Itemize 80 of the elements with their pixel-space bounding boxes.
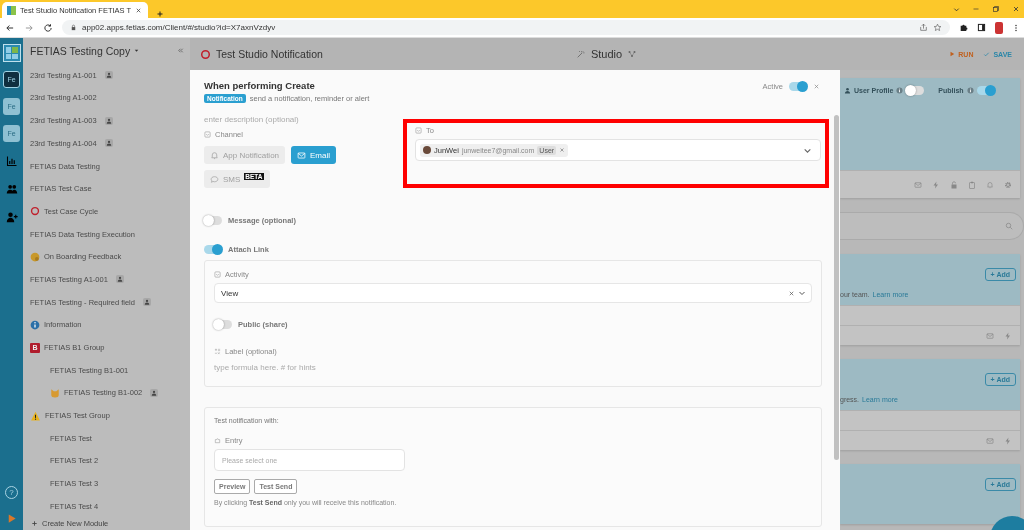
clear-icon[interactable]	[788, 289, 795, 297]
info-icon	[30, 319, 40, 330]
modal-title: When performing Create	[204, 80, 316, 91]
collapse-icon[interactable]	[177, 47, 184, 55]
toggle-switch[interactable]	[906, 86, 925, 95]
chat-icon	[210, 174, 219, 184]
select-icon	[214, 271, 221, 278]
side-panel-icon[interactable]	[977, 23, 986, 32]
warning-icon	[30, 410, 41, 421]
back-icon[interactable]	[5, 22, 15, 33]
ring-icon	[30, 206, 40, 217]
avatar-icon[interactable]	[995, 21, 1003, 34]
info-icon	[966, 87, 974, 94]
logo-icon[interactable]	[2, 44, 21, 62]
puzzle-icon	[214, 437, 221, 444]
play-icon[interactable]	[6, 513, 17, 524]
mail-icon	[297, 150, 307, 160]
settings-icon[interactable]	[1004, 180, 1012, 189]
toggle-switch[interactable]	[789, 82, 807, 91]
description-field[interactable]: enter description (optional)	[204, 115, 384, 124]
scrollbar-thumb[interactable]	[834, 115, 839, 460]
chevron-down-icon[interactable]	[798, 289, 806, 297]
wand-icon	[575, 49, 585, 59]
mail-icon[interactable]	[986, 436, 994, 445]
avatar-icon	[423, 146, 431, 154]
person-icon	[844, 87, 851, 94]
forward-icon[interactable]	[24, 22, 34, 33]
caret-icon[interactable]	[133, 47, 141, 55]
new-tab-icon[interactable]	[156, 10, 165, 18]
ring-icon	[200, 48, 211, 60]
bell-icon[interactable]	[986, 180, 994, 189]
channel-button[interactable]: Email	[291, 146, 337, 164]
share-icon[interactable]	[919, 23, 928, 32]
extensions-icon[interactable]	[959, 23, 968, 32]
add-user-icon[interactable]	[5, 211, 18, 223]
select-icon	[415, 127, 422, 134]
star-icon[interactable]	[933, 23, 942, 32]
studio-title: Studio	[590, 48, 623, 60]
mail-icon[interactable]	[986, 331, 994, 340]
emoji-icon	[30, 251, 40, 262]
toggle-switch[interactable]	[204, 216, 222, 225]
bolt-icon[interactable]	[1004, 436, 1012, 445]
lock-icon	[70, 24, 77, 31]
toggle-switch[interactable]	[214, 320, 232, 329]
activity-value: View	[221, 288, 239, 298]
remove-icon[interactable]	[559, 147, 566, 153]
lock-icon[interactable]	[950, 180, 958, 189]
check-icon	[983, 50, 991, 58]
play-icon	[949, 51, 956, 57]
info-icon	[896, 87, 904, 94]
bolt-icon[interactable]	[932, 180, 940, 189]
bell-icon	[210, 150, 219, 160]
close-icon[interactable]	[813, 83, 820, 90]
page-title: Test Studio Notification	[216, 48, 323, 60]
minimize-icon[interactable]	[972, 5, 980, 13]
menu-icon[interactable]	[1012, 23, 1020, 32]
select-icon	[204, 131, 211, 138]
activity-select[interactable]: View	[214, 283, 812, 303]
close-icon[interactable]	[135, 6, 143, 14]
dropdown-icon[interactable]	[953, 5, 960, 13]
chart-icon[interactable]	[5, 155, 18, 167]
url-text: app02.apps.fetias.com/Client/#/studio?id=X7axnVzdyv	[82, 23, 277, 32]
bolt-icon[interactable]	[1004, 331, 1012, 340]
toggle-switch[interactable]	[976, 86, 995, 95]
clipboard-icon[interactable]	[968, 180, 976, 189]
restore-icon[interactable]	[992, 5, 1000, 13]
network-icon[interactable]	[628, 50, 637, 58]
app-title[interactable]: FETIAS Testing Copy	[30, 44, 131, 57]
users-icon[interactable]	[5, 183, 18, 195]
cat-icon	[50, 387, 60, 398]
favicon-icon	[7, 5, 16, 15]
reload-icon[interactable]	[43, 22, 53, 33]
search-field[interactable]	[840, 212, 1024, 240]
search-icon	[1005, 222, 1013, 230]
mail-icon[interactable]	[914, 180, 922, 189]
plus-icon	[31, 519, 38, 527]
toggle-switch[interactable]	[204, 245, 222, 254]
close-icon[interactable]	[1012, 5, 1020, 13]
formula-icon	[214, 348, 221, 355]
address-bar[interactable]: app02.apps.fetias.com/Client/#/studio?id=X7axnVzdyv	[62, 20, 950, 35]
